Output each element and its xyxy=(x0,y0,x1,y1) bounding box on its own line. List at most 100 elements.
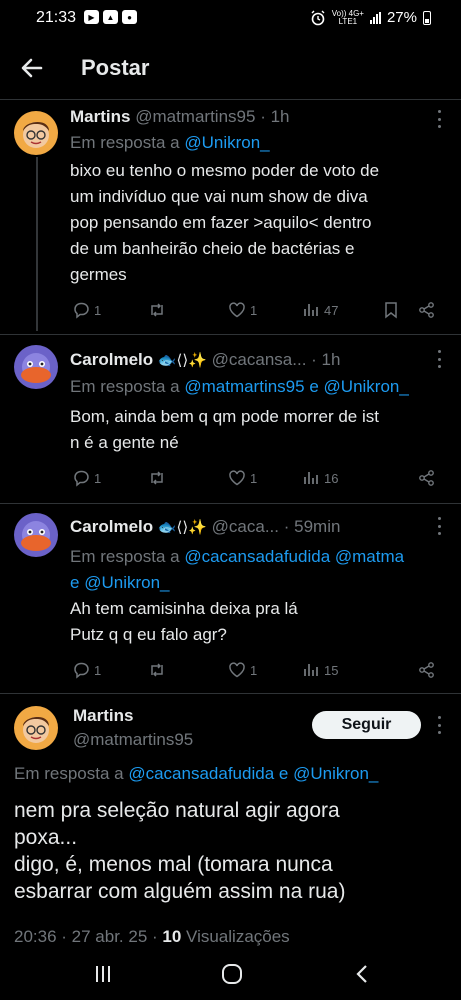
tweet-text: bixo eu tenho o mesmo poder de voto de u… xyxy=(70,161,380,284)
user-handle[interactable]: @caca... xyxy=(212,517,279,536)
more-button[interactable] xyxy=(435,517,443,535)
timestamp: 20:36 · 27 abr. 25 · xyxy=(14,927,158,946)
user-handle[interactable]: @cacansa... xyxy=(212,350,307,369)
view-count: 15 xyxy=(324,662,339,678)
system-nav-bar xyxy=(0,955,461,1000)
more-button[interactable] xyxy=(435,110,443,128)
youtube-icon: ▶ xyxy=(84,10,99,24)
more-button[interactable] xyxy=(435,716,443,734)
mention-link[interactable]: @cacansadafudida xyxy=(128,764,274,783)
signal-icon xyxy=(369,11,381,24)
mention-link[interactable]: @matmartins95 xyxy=(184,377,304,396)
views-icon xyxy=(304,472,318,484)
share-button[interactable] xyxy=(418,467,436,489)
like-count: 1 xyxy=(250,662,258,678)
like-icon xyxy=(229,302,245,318)
display-name[interactable]: Carolmelo xyxy=(70,350,153,369)
status-time: 21:33 xyxy=(36,9,77,26)
avatar[interactable] xyxy=(14,513,58,557)
share-button[interactable] xyxy=(418,659,436,681)
recents-button[interactable] xyxy=(92,963,114,990)
back-nav-button[interactable] xyxy=(352,963,372,990)
views-button[interactable]: 47 xyxy=(302,299,338,321)
reply-count: 1 xyxy=(94,470,102,486)
avatar[interactable] xyxy=(14,345,58,389)
retweet-icon xyxy=(151,471,163,485)
user-handle[interactable]: @matmartins95 xyxy=(135,107,255,126)
tweet-divider xyxy=(0,693,461,694)
reply-button[interactable]: 1 xyxy=(72,659,101,681)
like-icon xyxy=(229,662,245,678)
mention-link[interactable]: @Unikron_ xyxy=(324,377,409,396)
tweet-time: · 1h xyxy=(260,107,290,126)
recents-icon xyxy=(96,966,110,982)
reply-button[interactable]: 1 xyxy=(72,299,101,321)
reply-button[interactable]: 1 xyxy=(72,467,101,489)
tweet-text: nem pra seleção natural agir agora poxa.… xyxy=(14,799,346,903)
tweet-text: Bom, ainda bem q qm pode morrer de ist n… xyxy=(70,407,379,452)
back-arrow-icon xyxy=(21,58,43,78)
follow-button[interactable]: Seguir xyxy=(312,711,421,739)
retweet-icon xyxy=(151,663,163,677)
display-name[interactable]: Carolmelo xyxy=(70,517,153,536)
like-button[interactable]: 1 xyxy=(228,299,257,321)
reply-context: Em resposta a @cacansadafudida e @Unikro… xyxy=(14,764,379,783)
back-button[interactable] xyxy=(18,54,46,82)
like-count: 1 xyxy=(250,302,258,318)
bookmark-icon xyxy=(385,302,397,319)
reply-context: Em resposta a @cacansadafudida @matma e … xyxy=(70,547,405,592)
mention-link[interactable]: @matma xyxy=(335,547,404,566)
network-label: Vo)) 4G+ LTE1 xyxy=(331,8,364,26)
mention-link[interactable]: @Unikron_ xyxy=(84,573,169,592)
retweet-button[interactable] xyxy=(148,299,166,321)
gallery-icon: ▲ xyxy=(103,10,118,24)
share-button[interactable] xyxy=(418,299,436,321)
status-right: Vo)) 4G+ LTE1 27% xyxy=(310,9,431,26)
tweet-actions: 1 1 16 xyxy=(70,467,446,489)
tweet-divider xyxy=(0,334,461,335)
tweet-header: Martins @matmartins95 · 1h xyxy=(70,106,423,128)
back-nav-icon xyxy=(356,965,367,983)
reply-count: 1 xyxy=(94,662,102,678)
like-button[interactable]: 1 xyxy=(228,659,257,681)
user-handle[interactable]: @matmartins95 xyxy=(73,730,193,749)
like-count: 1 xyxy=(250,470,258,486)
tweet-actions: 1 1 47 xyxy=(70,299,446,321)
header-divider xyxy=(0,99,461,100)
views-button[interactable]: 16 xyxy=(302,467,338,489)
display-name[interactable]: Martins xyxy=(73,706,133,725)
views-label: Visualizações xyxy=(186,927,290,946)
home-button[interactable] xyxy=(220,963,244,990)
view-count: 47 xyxy=(324,302,339,318)
avatar[interactable] xyxy=(14,706,58,750)
more-button[interactable] xyxy=(435,350,443,368)
tweet-text: Ah tem camisinha deixa pra lá Putz q q e… xyxy=(70,599,298,644)
views-button[interactable]: 15 xyxy=(302,659,338,681)
mention-link[interactable]: @cacansadafudida xyxy=(184,547,330,566)
top-app-bar: Postar xyxy=(0,38,461,98)
reply-context: Em resposta a @Unikron_ xyxy=(70,133,270,152)
mention-link[interactable]: @Unikron_ xyxy=(293,764,378,783)
status-bar: 21:33 ▶ ▲ ● Vo)) 4G+ LTE1 27% xyxy=(0,0,461,38)
avatar[interactable] xyxy=(14,111,58,155)
app-notification-icon: ● xyxy=(122,10,137,24)
mention-link[interactable]: @Unikron_ xyxy=(184,133,269,152)
notification-icons: ▶ ▲ ● xyxy=(84,10,137,24)
retweet-button[interactable] xyxy=(148,467,166,489)
tweet-header: Carolmelo 🐟⟨⟩✨ @caca... · 59min xyxy=(70,516,423,539)
like-icon xyxy=(229,470,245,486)
tweet-time: · 1h xyxy=(311,350,341,369)
view-count: 10 xyxy=(162,927,182,946)
tweet-time: · 59min xyxy=(283,517,341,536)
reply-icon xyxy=(74,302,89,319)
bookmark-button[interactable] xyxy=(382,299,400,321)
home-icon xyxy=(222,964,242,984)
share-icon xyxy=(419,662,434,678)
display-name[interactable]: Martins xyxy=(70,107,130,126)
like-button[interactable]: 1 xyxy=(228,467,257,489)
reply-count: 1 xyxy=(94,302,102,318)
retweet-button[interactable] xyxy=(148,659,166,681)
share-icon xyxy=(419,302,434,318)
retweet-icon xyxy=(151,303,163,317)
tweet-actions: 1 1 15 xyxy=(70,659,446,681)
